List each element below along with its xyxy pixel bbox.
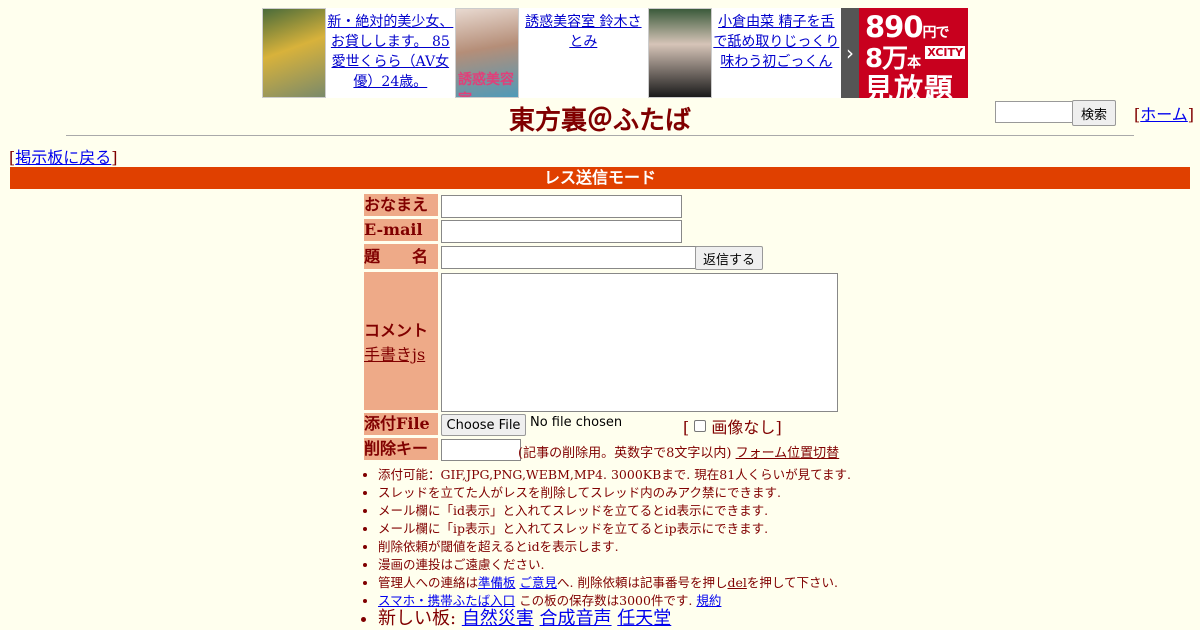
home-link[interactable]: ホーム (1140, 105, 1188, 124)
submit-button[interactable]: 返信する (695, 246, 763, 270)
ad-link-2[interactable]: 誘惑美容室 鈴木さとみ (525, 14, 641, 50)
back-link-wrapper: [掲示板に戻る] (9, 148, 118, 167)
list-item: スレッドを立てた人がレスを削除してスレッド内のみアク禁にできます. (378, 484, 851, 502)
notes-list: 添付可能：GIF,JPG,PNG,WEBM,MP4. 3000KBまで. 現在8… (362, 466, 851, 628)
noimage-checkbox[interactable] (694, 420, 707, 432)
del-link[interactable]: del (727, 575, 746, 590)
delete-key-field[interactable] (441, 439, 521, 461)
email-field[interactable] (441, 220, 682, 243)
list-item: 削除依頼が閾値を超えるとidを表示します. (378, 538, 851, 556)
delete-key-note: (記事の削除用。英数字で8文字以内) (518, 446, 732, 461)
mobile-entry-link[interactable]: スマホ・携帯ふたば入口 (378, 593, 515, 608)
list-item: 添付可能：GIF,JPG,PNG,WEBM,MP4. 3000KBまで. 現在8… (378, 466, 851, 484)
new-board-link[interactable]: 任天堂 (617, 608, 671, 629)
noimage-label: 画像なし (711, 418, 776, 437)
file-label: 添付File (364, 413, 438, 435)
form-position-toggle-link[interactable]: フォーム位置切替 (736, 446, 840, 461)
ad-thumbnail-3[interactable] (648, 8, 712, 98)
chevron-right-icon[interactable]: › (841, 8, 859, 98)
list-item: 漫画の連投はご遠慮ください. (378, 556, 851, 574)
comment-textarea[interactable] (441, 273, 838, 412)
search-input[interactable] (995, 101, 1075, 123)
list-item-contact: 管理人への連絡は準備板 ご意見へ. 削除依頼は記事番号を押しdelを押して下さい… (378, 574, 851, 592)
name-field[interactable] (441, 195, 682, 218)
ad-item-2[interactable]: 誘惑美容室 誘惑美容室 鈴木さとみ (455, 8, 648, 98)
subject-label: 題 名 (364, 244, 438, 269)
delete-key-note-wrapper: (記事の削除用。英数字で8文字以内) フォーム位置切替 (518, 442, 839, 461)
new-board-link[interactable]: 合成音声 (540, 608, 612, 629)
reply-mode-banner: レス送信モード (10, 167, 1190, 189)
email-label: E-mail (364, 219, 438, 241)
search-button[interactable]: 検索 (1072, 100, 1116, 126)
list-item: メール欄に「id表示」と入れてスレッドを立てるとid表示にできます. (378, 502, 851, 520)
comment-label: コメント (364, 321, 429, 340)
ad-thumbnail-2[interactable]: 誘惑美容室 (455, 8, 519, 98)
file-status: No file chosen (530, 415, 623, 430)
prep-board-link[interactable]: 準備板 (478, 575, 516, 590)
ad-item-3[interactable]: 小倉由菜 精子を舌で舐め取りじっくり味わう初ごっくん (648, 8, 841, 98)
rules-link[interactable]: 規約 (696, 593, 721, 608)
home-link-wrapper: [ホーム] (1134, 105, 1195, 124)
ad-thumbnail-1[interactable] (262, 8, 326, 98)
promo-banner[interactable]: 890円で 8万本 XCITY 見放題 (859, 8, 968, 98)
promo-tagline: 見放題 (864, 72, 955, 98)
subject-field[interactable] (441, 246, 699, 269)
divider (66, 135, 1134, 136)
ad-thumbnail-caption: 誘惑美容室 (458, 72, 514, 97)
list-item: メール欄に「ip表示」と入れてスレッドを立てるとip表示にできます. (378, 520, 851, 538)
choose-file-button[interactable]: Choose File (441, 414, 526, 436)
noimage-wrapper: [ 画像なし] (683, 418, 782, 437)
handwrite-link[interactable]: 手書きjs (364, 341, 438, 365)
name-label: おなまえ (364, 194, 438, 216)
feedback-link[interactable]: ご意見 (520, 575, 558, 590)
back-to-board-link[interactable]: 掲示板に戻る (15, 148, 111, 167)
ad-link-3[interactable]: 小倉由菜 精子を舌で舐め取りじっくり味わう初ごっくん (713, 14, 839, 70)
list-item-new-boards: 新しい板: 自然災害 合成音声 任天堂 (378, 610, 851, 628)
promo-brand: XCITY (925, 46, 965, 59)
comment-label-cell: コメント 手書きjs (364, 272, 438, 410)
delete-key-label: 削除キー (364, 438, 438, 460)
new-boards-label: 新しい板: (378, 608, 457, 629)
ad-link-1[interactable]: 新・絶対的美少女、お貸しします。 85 愛世くらら（AV女優）24歳。 (327, 14, 453, 90)
new-board-link[interactable]: 自然災害 (462, 608, 534, 629)
ad-strip: 新・絶対的美少女、お貸しします。 85 愛世くらら（AV女優）24歳。 誘惑美容… (262, 8, 968, 98)
ad-item-1[interactable]: 新・絶対的美少女、お貸しします。 85 愛世くらら（AV女優）24歳。 (262, 8, 455, 98)
